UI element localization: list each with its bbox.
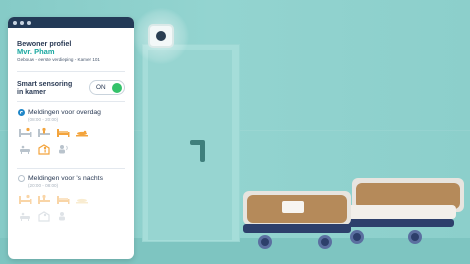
presence-icon[interactable] <box>56 144 70 155</box>
wheel <box>318 235 332 249</box>
panel-titlebar <box>8 17 134 28</box>
bath-icon[interactable] <box>18 144 32 155</box>
bed-lie-icon[interactable] <box>56 127 70 138</box>
bed-out-icon[interactable] <box>18 127 32 138</box>
front-bed-base <box>243 224 351 233</box>
wheel <box>350 230 364 244</box>
resident-name: Mvr. Pham <box>17 47 55 56</box>
toggle-state-label: ON <box>96 84 106 91</box>
smart-sensoring-label: Smart sensoring in kamer <box>17 81 72 97</box>
resident-location: Gebouw - eerste verdieping - Kamer 101 <box>17 56 100 62</box>
bed-sit-icon[interactable] <box>37 194 51 205</box>
ceiling-sensor-icon[interactable] <box>148 24 174 48</box>
sensor-lens <box>156 31 166 41</box>
window-dot <box>27 20 31 25</box>
smart-sensoring-line1: Smart sensoring <box>17 81 73 88</box>
wheel <box>408 230 422 244</box>
floor-fall-icon[interactable] <box>75 127 89 138</box>
resident-profile-panel: Bewoner profiel Mvr. Pham Gebouw - eerst… <box>8 17 134 259</box>
smart-sensoring-toggle[interactable]: ON <box>89 80 125 95</box>
night-notifications-title: Meldingen voor 's nachts <box>28 175 103 182</box>
divider <box>17 71 125 72</box>
night-notifications-radio[interactable] <box>18 175 25 182</box>
day-notifications-time: (08:00 - 20:00) <box>28 117 59 122</box>
divider <box>17 101 125 102</box>
window-dot <box>20 20 24 25</box>
wandering-icon[interactable] <box>37 211 51 222</box>
toggle-knob <box>112 83 122 93</box>
bed-lie-icon[interactable] <box>56 194 70 205</box>
window-dot <box>13 20 17 25</box>
bed-nameplate <box>282 201 304 213</box>
wandering-icon[interactable] <box>37 144 51 155</box>
bed-sit-icon[interactable] <box>37 127 51 138</box>
door <box>148 50 232 240</box>
presence-icon[interactable] <box>56 211 70 222</box>
divider <box>17 168 125 169</box>
bath-icon[interactable] <box>18 211 32 222</box>
wheel <box>258 235 272 249</box>
smart-sensoring-line2: in kamer <box>17 89 46 96</box>
day-notifications-radio[interactable] <box>18 109 25 116</box>
night-notifications-time: (20:00 - 08:00) <box>28 183 59 188</box>
door-handle-plate <box>200 140 205 162</box>
day-notifications-title: Meldingen voor overdag <box>28 109 101 116</box>
floor-fall-icon[interactable] <box>75 194 89 205</box>
bed-out-icon[interactable] <box>18 194 32 205</box>
